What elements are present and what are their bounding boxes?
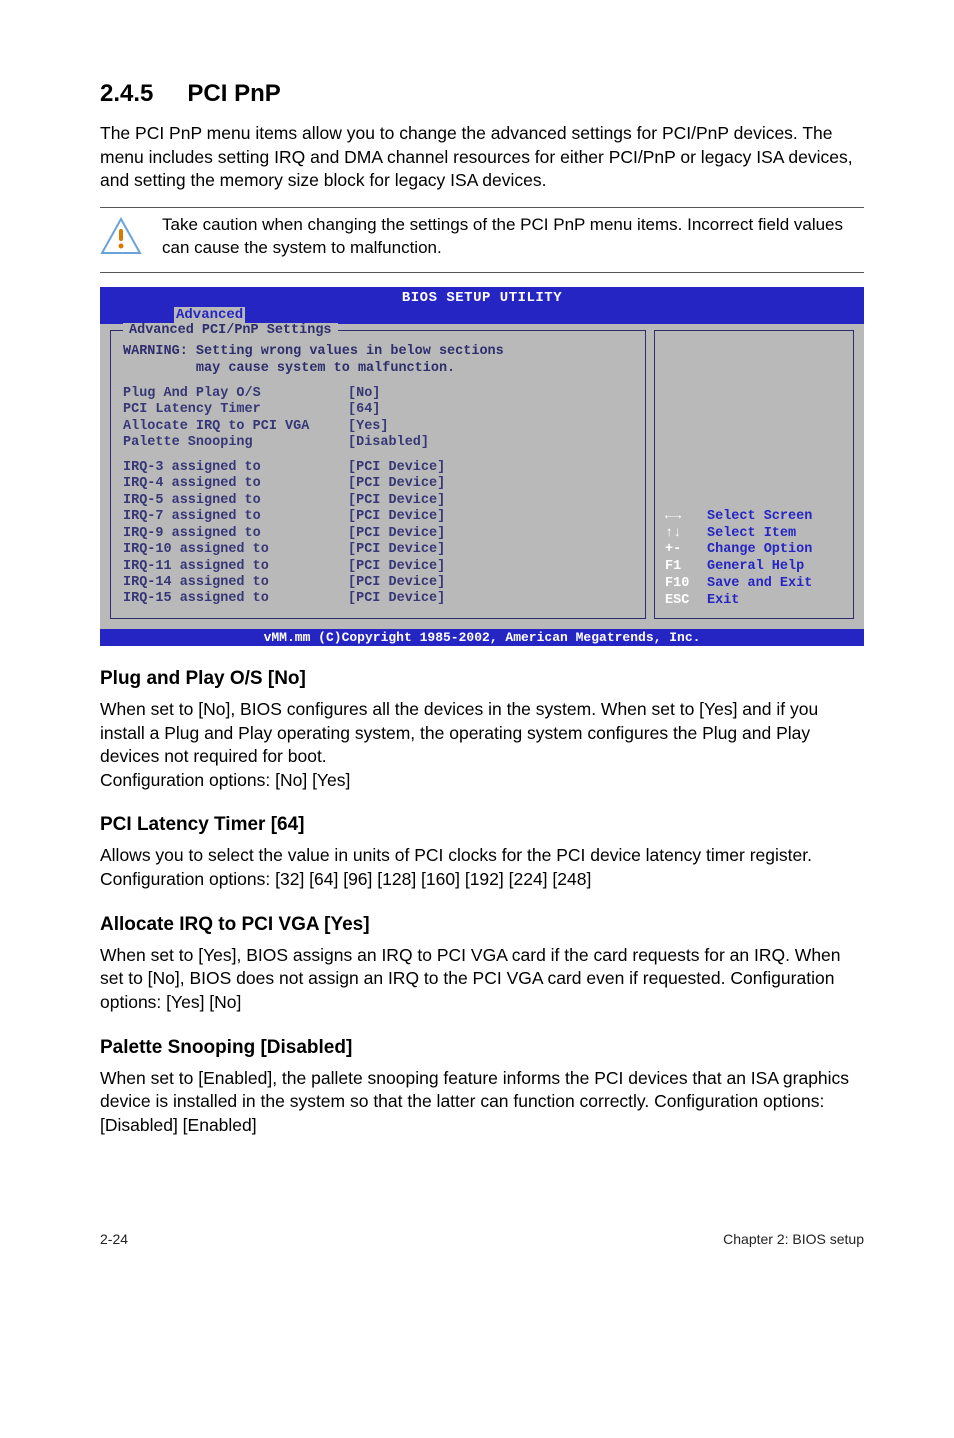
section-heading: 2.4.5 PCI PnP bbox=[100, 80, 864, 108]
bios-setting-value: [PCI Device] bbox=[348, 493, 633, 509]
bios-setting-key: IRQ-15 assigned to bbox=[123, 591, 348, 607]
divider bbox=[100, 207, 864, 208]
footer-page-number: 2-24 bbox=[100, 1231, 128, 1247]
subsection-body: When set to [Enabled], the pallete snoop… bbox=[100, 1067, 864, 1138]
bios-setting-row: IRQ-15 assigned to[PCI Device] bbox=[123, 591, 633, 607]
bios-setting-row: IRQ-9 assigned to[PCI Device] bbox=[123, 526, 633, 542]
bios-setting-row: IRQ-10 assigned to[PCI Device] bbox=[123, 542, 633, 558]
bios-setting-row: PCI Latency Timer[64] bbox=[123, 402, 633, 418]
bios-warning: WARNING: Setting wrong values in below s… bbox=[123, 344, 633, 378]
bios-left-panel: Advanced PCI/PnP Settings WARNING: Setti… bbox=[110, 330, 646, 619]
bios-help-row: F1General Help bbox=[665, 559, 843, 576]
bios-setting-value: [PCI Device] bbox=[348, 559, 633, 575]
bios-setting-value: [PCI Device] bbox=[348, 476, 633, 492]
bios-setting-row: Allocate IRQ to PCI VGA[Yes] bbox=[123, 419, 633, 435]
bios-setting-key: IRQ-3 assigned to bbox=[123, 460, 348, 476]
bios-setting-key: Allocate IRQ to PCI VGA bbox=[123, 419, 348, 435]
bios-help-key: F10 bbox=[665, 576, 707, 593]
bios-panel-title: Advanced PCI/PnP Settings bbox=[123, 323, 338, 338]
bios-setting-value: [64] bbox=[348, 402, 633, 418]
bios-setting-key: Plug And Play O/S bbox=[123, 386, 348, 402]
bios-setting-value: [PCI Device] bbox=[348, 575, 633, 591]
bios-help-key: F1 bbox=[665, 559, 707, 576]
bios-setting-key: Palette Snooping bbox=[123, 435, 348, 451]
bios-copyright: vMM.mm (C)Copyright 1985-2002, American … bbox=[100, 629, 864, 646]
bios-setting-row: IRQ-7 assigned to[PCI Device] bbox=[123, 509, 633, 525]
caution-note: Take caution when changing the settings … bbox=[100, 214, 864, 260]
bios-help-label: Exit bbox=[707, 593, 843, 610]
bios-help-row: F10Save and Exit bbox=[665, 576, 843, 593]
bios-setting-row: IRQ-14 assigned to[PCI Device] bbox=[123, 575, 633, 591]
bios-setting-row: IRQ-3 assigned to[PCI Device] bbox=[123, 460, 633, 476]
section-title-text: PCI PnP bbox=[187, 80, 280, 107]
bios-screenshot: BIOS SETUP UTILITY Advanced Advanced PCI… bbox=[100, 287, 864, 646]
bios-warning-l1: WARNING: Setting wrong values in below s… bbox=[123, 344, 504, 359]
bios-setting-key: IRQ-14 assigned to bbox=[123, 575, 348, 591]
subsection-body: When set to [No], BIOS configures all th… bbox=[100, 698, 864, 793]
bios-settings-group2: IRQ-3 assigned to[PCI Device]IRQ-4 assig… bbox=[123, 460, 633, 608]
bios-help-panel: ←→Select Screen↑↓Select Item+-Change Opt… bbox=[654, 330, 854, 619]
section-number: 2.4.5 bbox=[100, 80, 153, 108]
bios-setting-value: [No] bbox=[348, 386, 633, 402]
bios-help-label: Change Option bbox=[707, 542, 843, 559]
bios-warning-l2: may cause system to malfunction. bbox=[123, 361, 455, 376]
bios-setting-row: IRQ-4 assigned to[PCI Device] bbox=[123, 476, 633, 492]
bios-setting-value: [Disabled] bbox=[348, 435, 633, 451]
bios-setting-value: [PCI Device] bbox=[348, 460, 633, 476]
bios-title: BIOS SETUP UTILITY bbox=[402, 290, 562, 306]
bios-setting-key: IRQ-10 assigned to bbox=[123, 542, 348, 558]
bios-help-label: Select Screen bbox=[707, 509, 843, 526]
bios-help-label: Select Item bbox=[707, 526, 843, 543]
caution-text: Take caution when changing the settings … bbox=[162, 214, 864, 260]
divider bbox=[100, 272, 864, 273]
bios-help-key: ↑↓ bbox=[665, 526, 707, 543]
bios-setting-row: Plug And Play O/S[No] bbox=[123, 386, 633, 402]
bios-help-label: General Help bbox=[707, 559, 843, 576]
bios-settings-group1: Plug And Play O/S[No]PCI Latency Timer[6… bbox=[123, 386, 633, 452]
bios-help-row: ESCExit bbox=[665, 593, 843, 610]
bios-setting-key: IRQ-7 assigned to bbox=[123, 509, 348, 525]
subsection-heading: Plug and Play O/S [No] bbox=[100, 668, 864, 690]
bios-setting-value: [PCI Device] bbox=[348, 526, 633, 542]
bios-help-row: +-Change Option bbox=[665, 542, 843, 559]
bios-setting-row: IRQ-5 assigned to[PCI Device] bbox=[123, 493, 633, 509]
bios-setting-value: [Yes] bbox=[348, 419, 633, 435]
bios-help-row: ↑↓Select Item bbox=[665, 526, 843, 543]
bios-help-row: ←→Select Screen bbox=[665, 509, 843, 526]
caution-icon bbox=[100, 214, 142, 260]
bios-setting-key: IRQ-9 assigned to bbox=[123, 526, 348, 542]
bios-help-key: ESC bbox=[665, 593, 707, 610]
bios-help-label: Save and Exit bbox=[707, 576, 843, 593]
bios-setting-key: IRQ-4 assigned to bbox=[123, 476, 348, 492]
subsection-body: When set to [Yes], BIOS assigns an IRQ t… bbox=[100, 944, 864, 1015]
bios-setting-key: IRQ-5 assigned to bbox=[123, 493, 348, 509]
intro-paragraph: The PCI PnP menu items allow you to chan… bbox=[100, 122, 864, 193]
footer-chapter: Chapter 2: BIOS setup bbox=[723, 1231, 864, 1247]
subsection-heading: Allocate IRQ to PCI VGA [Yes] bbox=[100, 914, 864, 936]
subsection-body: Allows you to select the value in units … bbox=[100, 844, 864, 891]
bios-setting-value: [PCI Device] bbox=[348, 542, 633, 558]
bios-setting-value: [PCI Device] bbox=[348, 509, 633, 525]
bios-setting-key: IRQ-11 assigned to bbox=[123, 559, 348, 575]
bios-topbar: BIOS SETUP UTILITY Advanced bbox=[100, 287, 864, 324]
bios-setting-row: IRQ-11 assigned to[PCI Device] bbox=[123, 559, 633, 575]
subsection-heading: Palette Snooping [Disabled] bbox=[100, 1037, 864, 1059]
subsection-heading: PCI Latency Timer [64] bbox=[100, 814, 864, 836]
bios-active-tab: Advanced bbox=[174, 307, 245, 324]
bios-setting-value: [PCI Device] bbox=[348, 591, 633, 607]
bios-help-key: +- bbox=[665, 542, 707, 559]
bios-help-key: ←→ bbox=[665, 509, 707, 526]
page-footer: 2-24 Chapter 2: BIOS setup bbox=[0, 1191, 954, 1277]
bios-setting-key: PCI Latency Timer bbox=[123, 402, 348, 418]
bios-setting-row: Palette Snooping[Disabled] bbox=[123, 435, 633, 451]
